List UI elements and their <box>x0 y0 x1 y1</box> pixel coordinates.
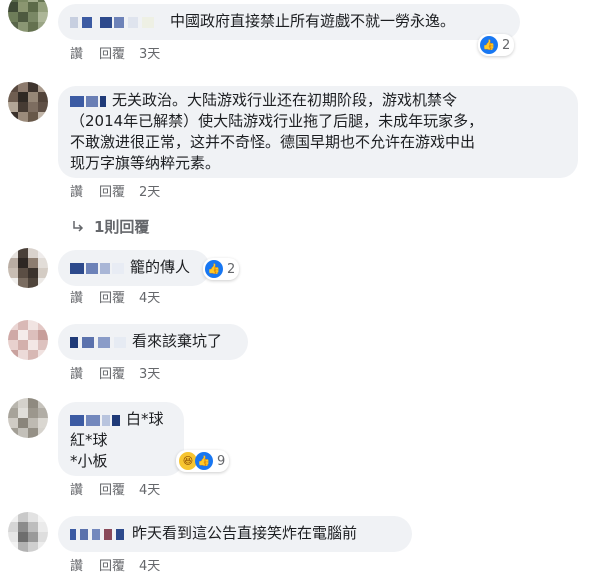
reply-link[interactable]: 回覆 <box>99 559 125 574</box>
reaction-summary[interactable]: 👍 2 <box>203 258 240 280</box>
comment-bubble: 昨天看到這公告直接笑炸在電腦前 <box>58 516 412 552</box>
thumbs-up-icon: 👍 <box>480 36 498 54</box>
avatar[interactable] <box>8 320 48 360</box>
commenter-name-redacted[interactable] <box>70 413 122 427</box>
commenter-name-redacted[interactable] <box>70 335 128 349</box>
reaction-count: 2 <box>502 37 511 53</box>
like-link[interactable]: 讚 <box>70 185 83 200</box>
reply-link[interactable]: 回覆 <box>99 185 125 200</box>
avatar[interactable] <box>8 248 48 288</box>
comment-bubble: 看來該棄坑了 <box>58 324 248 360</box>
like-link[interactable]: 讚 <box>70 559 83 574</box>
reply-link[interactable]: 回覆 <box>99 367 125 382</box>
comment-bubble: 白*球 紅*球 *小板 <box>58 402 184 476</box>
comment-text: 看來該棄坑了 <box>132 332 223 350</box>
reaction-count: 2 <box>227 261 236 277</box>
reply-link[interactable]: 回覆 <box>99 47 125 62</box>
view-replies-link[interactable]: 1則回覆 <box>72 216 149 237</box>
avatar[interactable] <box>8 82 48 122</box>
comment-bubble: 籠的傳人 <box>58 250 210 286</box>
comment-text: 无关政治。大陆游戏行业还在初期阶段，游戏机禁令 （2014年已解禁）使大陆游戏行… <box>70 91 484 172</box>
comment-actions: 讚 回覆 3天 <box>70 366 174 384</box>
comment-actions: 讚 回覆 4天 <box>70 482 174 500</box>
commenter-name-redacted[interactable] <box>70 261 126 275</box>
comment-bubble: 无关政治。大陆游戏行业还在初期阶段，游戏机禁令 （2014年已解禁）使大陆游戏行… <box>58 86 578 178</box>
reply-link[interactable]: 回覆 <box>99 483 125 498</box>
like-link[interactable]: 讚 <box>70 367 83 382</box>
like-link[interactable]: 讚 <box>70 47 83 62</box>
replies-count-label: 1則回覆 <box>94 218 150 236</box>
timestamp[interactable]: 4天 <box>139 559 160 574</box>
reaction-summary[interactable]: 😆 👍 9 <box>176 450 230 472</box>
comment-actions: 讚 回覆 4天 <box>70 290 174 308</box>
timestamp[interactable]: 3天 <box>139 47 160 62</box>
comment-text: 昨天看到這公告直接笑炸在電腦前 <box>132 524 358 542</box>
comment-actions: 讚 回覆 2天 <box>70 184 174 202</box>
commenter-name-redacted[interactable] <box>70 527 128 541</box>
comment-actions: 讚 回覆 4天 <box>70 558 174 576</box>
timestamp[interactable]: 4天 <box>139 291 160 306</box>
avatar[interactable] <box>8 398 48 438</box>
reaction-summary[interactable]: 👍 2 <box>478 34 515 56</box>
avatar[interactable] <box>8 0 48 32</box>
comment-bubble: 中國政府直接禁止所有遊戲不就一勞永逸。 <box>58 4 520 40</box>
thumbs-up-icon: 👍 <box>195 452 213 470</box>
comment-actions: 讚 回覆 3天 <box>70 46 174 64</box>
reaction-count: 9 <box>217 453 226 469</box>
reply-link[interactable]: 回覆 <box>99 291 125 306</box>
comment-text: 籠的傳人 <box>130 258 191 276</box>
commenter-name-redacted[interactable] <box>70 15 166 29</box>
commenter-name-redacted[interactable] <box>70 94 108 108</box>
timestamp[interactable]: 3天 <box>139 367 160 382</box>
timestamp[interactable]: 2天 <box>139 185 160 200</box>
reply-arrow-icon <box>72 218 86 236</box>
avatar[interactable] <box>8 512 48 552</box>
like-link[interactable]: 讚 <box>70 483 83 498</box>
comment-text: 中國政府直接禁止所有遊戲不就一勞永逸。 <box>170 12 456 30</box>
like-link[interactable]: 讚 <box>70 291 83 306</box>
thumbs-up-icon: 👍 <box>205 260 223 278</box>
timestamp[interactable]: 4天 <box>139 483 160 498</box>
